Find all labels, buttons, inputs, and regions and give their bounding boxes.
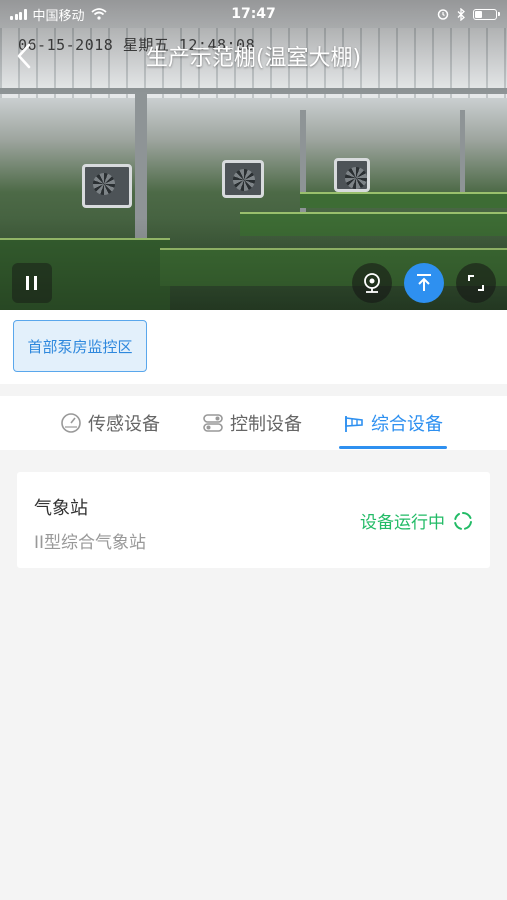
wifi-icon: [90, 8, 107, 20]
status-right: [437, 7, 500, 21]
battery-level: [475, 10, 482, 18]
device-status: 设备运行中: [360, 508, 473, 533]
tab-control-devices[interactable]: 控制设备: [202, 396, 302, 450]
pause-icon: [26, 276, 37, 290]
snapshot-button[interactable]: [352, 263, 392, 303]
tab-sensor-devices[interactable]: 传感设备: [60, 396, 160, 450]
device-type: II型综合气象站: [34, 533, 147, 553]
device-card[interactable]: 气象站 II型综合气象站 设备运行中: [17, 472, 490, 568]
battery-icon: [473, 8, 500, 20]
zone-panel: 首部泵房监控区: [0, 310, 507, 384]
zone-chip[interactable]: 首部泵房监控区: [13, 320, 147, 372]
windsock-icon: [345, 416, 363, 432]
tab-integrated-devices[interactable]: 综合设备: [339, 396, 447, 450]
refresh-icon: [454, 511, 472, 530]
device-status-label: 设备运行中: [360, 513, 445, 533]
signal-icon: [10, 8, 27, 20]
to-top-icon: [417, 274, 431, 291]
page-title: 生产示范棚(温室大棚): [145, 46, 362, 71]
video-player[interactable]: 06-15-2018 星期五 12:48:08 生产示范棚(温室大棚): [0, 0, 507, 310]
clock: 17:47: [231, 6, 276, 22]
carrier-name: 中国移动: [32, 8, 85, 24]
device-tabs: 传感设备 控制设备 综合设备: [0, 396, 507, 450]
switch-icon: [203, 414, 223, 432]
tab-label: 控制设备: [230, 414, 302, 435]
gauge-icon: [61, 413, 81, 433]
tab-label: 综合设备: [371, 414, 443, 435]
fullscreen-button[interactable]: [456, 263, 496, 303]
tab-label: 传感设备: [88, 414, 160, 435]
fullscreen-icon: [468, 275, 484, 291]
scroll-to-top-button[interactable]: [404, 263, 444, 303]
device-name: 气象站: [34, 498, 88, 519]
alarm-icon: [437, 9, 449, 20]
pause-button[interactable]: [12, 263, 52, 303]
camera-icon: [364, 273, 380, 293]
status-left: 中国移动: [10, 5, 107, 24]
bluetooth-icon: [457, 7, 465, 21]
status-bar: 中国移动 17:47: [0, 0, 507, 28]
